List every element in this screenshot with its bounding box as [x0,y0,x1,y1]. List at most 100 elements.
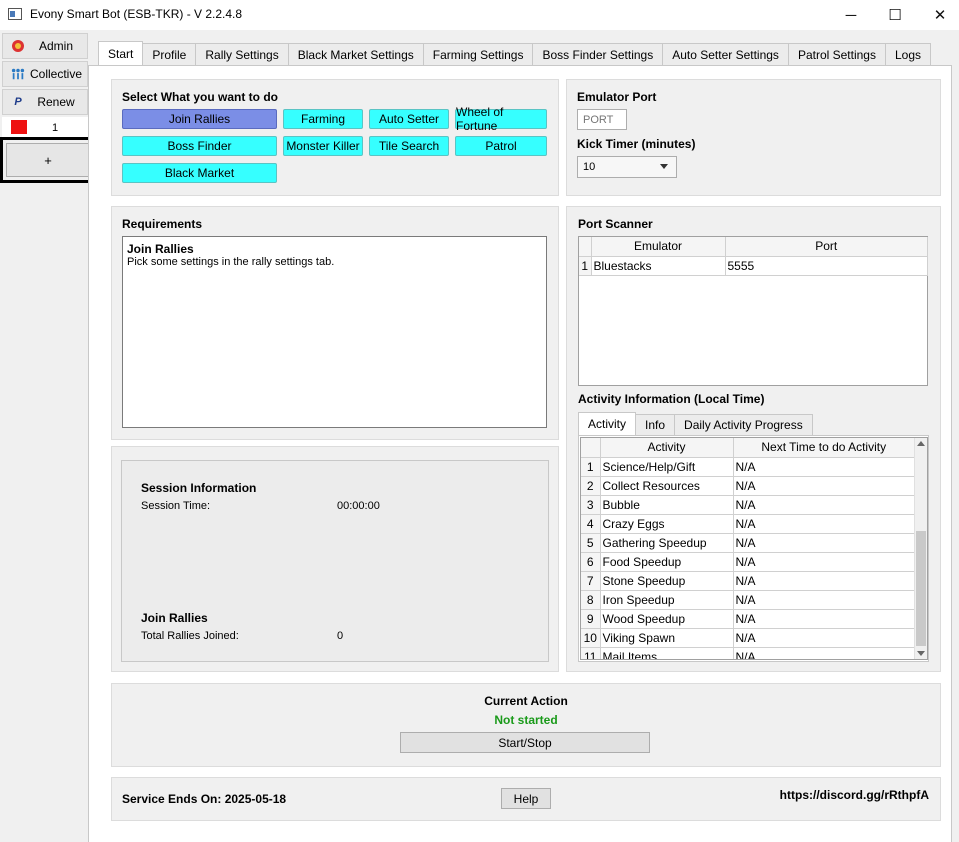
activity-next-cell[interactable]: N/A [733,495,915,515]
account-color-swatch [11,120,27,134]
row-number: 3 [581,495,601,515]
activity-next-cell[interactable]: N/A [733,590,915,610]
activity-info-title: Activity Information (Local Time) [578,392,765,406]
activity-name-cell[interactable]: Gathering Speedup [600,533,734,553]
row-number: 1 [581,457,601,477]
scroll-thumb[interactable] [916,531,926,646]
row-number: 1 [579,256,592,276]
tab-auto-setter-settings[interactable]: Auto Setter Settings [662,43,789,65]
tab-patrol-settings[interactable]: Patrol Settings [787,43,886,65]
tile-search-button[interactable]: Tile Search [369,136,449,156]
monster-killer-button[interactable]: Monster Killer [283,136,363,156]
tab-logs[interactable]: Logs [884,43,932,65]
activity-next-cell[interactable]: N/A [733,647,915,659]
tab-daily-activity-progress[interactable]: Daily Activity Progress [674,414,813,435]
minimize-button[interactable]: ─ [828,0,874,30]
discord-link[interactable]: https://discord.gg/rRthpfA [700,788,929,802]
select-tasks-title: Select What you want to do [122,90,279,104]
activity-name-cell[interactable]: Collect Resources [600,476,734,496]
account-row[interactable]: 1 [2,117,88,137]
col-emulator[interactable]: Emulator [591,237,726,257]
boss-finder-button[interactable]: Boss Finder [122,136,277,156]
table-row[interactable]: 3 Bubble N/A [581,495,915,515]
patrol-button[interactable]: Patrol [455,136,547,156]
current-action-status: Not started [494,713,558,727]
port-scanner-title: Port Scanner [578,217,653,231]
collective-button[interactable]: Collective [2,61,88,87]
activity-table[interactable]: Activity Next Time to do Activity 1 Scien… [580,437,928,660]
port-scanner-table[interactable]: Emulator Port 1 Bluestacks 5555 [578,236,928,386]
close-button[interactable]: ✕ [917,0,959,30]
table-row[interactable]: 11 Mail Items N/A [581,647,915,659]
rallies-joined-label: Total Rallies Joined: [141,630,239,642]
scroll-down-icon[interactable] [917,651,925,656]
admin-button[interactable]: Admin [2,33,88,59]
tab-black-market-settings[interactable]: Black Market Settings [287,43,424,65]
tab-info[interactable]: Info [635,414,676,435]
activity-name-cell[interactable]: Mail Items [600,647,734,659]
tab-farming-settings[interactable]: Farming Settings [422,43,534,65]
scroll-up-icon[interactable] [917,441,925,446]
activity-scrollbar[interactable] [914,438,927,659]
join-rallies-button[interactable]: Join Rallies [122,109,277,129]
emulator-cell[interactable]: Bluestacks [591,256,726,276]
renew-label: Renew [37,95,75,109]
activity-next-cell[interactable]: N/A [733,628,915,648]
activity-next-cell[interactable]: N/A [733,533,915,553]
table-row[interactable]: 8 Iron Speedup N/A [581,590,915,610]
title-bar: Evony Smart Bot (ESB-TKR) - V 2.2.4.8 ─ … [0,0,959,30]
requirements-text: Pick some settings in the rally settings… [127,256,335,268]
table-row[interactable]: 7 Stone Speedup N/A [581,571,915,591]
activity-name-cell[interactable]: Food Speedup [600,552,734,572]
col-next-time[interactable]: Next Time to do Activity [733,438,915,458]
activity-name-cell[interactable]: Viking Spawn [600,628,734,648]
col-port[interactable]: Port [725,237,928,257]
wheel-of-fortune-button[interactable]: Wheel of Fortune [455,105,547,133]
row-number: 9 [581,609,601,629]
table-row[interactable]: 6 Food Speedup N/A [581,552,915,572]
tab-profile[interactable]: Profile [142,43,197,65]
tab-boss-finder-settings[interactable]: Boss Finder Settings [532,43,664,65]
tab-start[interactable]: Start [98,41,144,65]
kick-timer-select[interactable]: 10 [577,156,677,178]
activity-name-cell[interactable]: Science/Help/Gift [600,457,734,477]
add-account-button[interactable]: + [6,143,90,177]
renew-button[interactable]: P Renew [2,89,88,115]
activity-name-cell[interactable]: Bubble [600,495,734,515]
activity-next-cell[interactable]: N/A [733,609,915,629]
activity-name-cell[interactable]: Stone Speedup [600,571,734,591]
table-row[interactable]: 4 Crazy Eggs N/A [581,514,915,534]
requirements-title: Requirements [122,217,203,231]
activity-next-cell[interactable]: N/A [733,514,915,534]
activity-next-cell[interactable]: N/A [733,552,915,572]
activity-name-cell[interactable]: Wood Speedup [600,609,734,629]
activity-next-cell[interactable]: N/A [733,457,915,477]
service-ends-label: Service Ends On: 2025-05-18 [122,792,287,806]
row-number: 8 [581,590,601,610]
activity-next-cell[interactable]: N/A [733,571,915,591]
activity-name-cell[interactable]: Crazy Eggs [600,514,734,534]
port-cell[interactable]: 5555 [725,256,928,276]
tab-rally-settings[interactable]: Rally Settings [195,43,289,65]
help-button[interactable]: Help [501,788,551,809]
maximize-button[interactable]: ☐ [872,0,918,30]
auto-setter-button[interactable]: Auto Setter [369,109,449,129]
row-number: 10 [581,628,601,648]
table-row[interactable]: 2 Collect Resources N/A [581,476,915,496]
col-activity[interactable]: Activity [600,438,734,458]
activity-name-cell[interactable]: Iron Speedup [600,590,734,610]
table-row[interactable]: 5 Gathering Speedup N/A [581,533,915,553]
emulator-port-input[interactable] [577,109,627,130]
farming-button[interactable]: Farming [283,109,363,129]
tab-activity[interactable]: Activity [578,412,637,435]
table-row[interactable]: 10 Viking Spawn N/A [581,628,915,648]
row-number: 2 [581,476,601,496]
table-row[interactable]: 1 Science/Help/Gift N/A [581,457,915,477]
table-row[interactable]: 1 Bluestacks 5555 [579,256,928,276]
requirements-textbox[interactable]: Join Rallies Pick some settings in the r… [122,236,547,428]
start-stop-button[interactable]: Start/Stop [400,732,650,753]
activity-next-cell[interactable]: N/A [733,476,915,496]
table-row[interactable]: 9 Wood Speedup N/A [581,609,915,629]
black-market-button[interactable]: Black Market [122,163,277,183]
current-action-title: Current Action [484,694,568,708]
